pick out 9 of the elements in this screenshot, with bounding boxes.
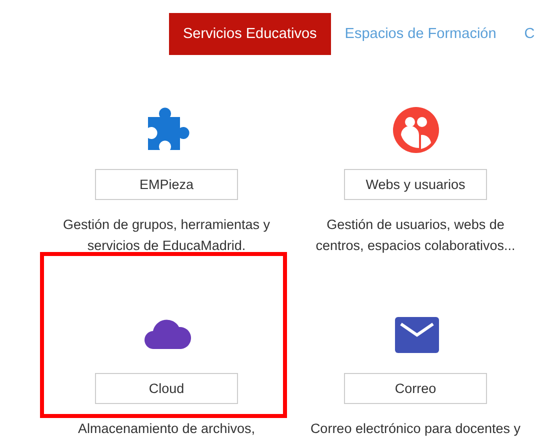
service-button[interactable]: Cloud [95, 373, 238, 404]
service-button[interactable]: Webs y usuarios [344, 169, 487, 200]
tab[interactable]: Servicios Educativos [169, 13, 331, 55]
service-description: Gestión de usuarios, webs de centros, espacios colaborativos... [314, 216, 516, 255]
service-description: Gestión de grupos, herramientas y servicios de EducaMadrid. [62, 216, 272, 255]
service-button[interactable]: EMPieza [95, 169, 238, 200]
service-description: Almacenamiento de archivos, [76, 420, 256, 438]
service-button[interactable]: Correo [344, 373, 487, 404]
service-description: Correo electrónico para docentes y [309, 420, 522, 438]
